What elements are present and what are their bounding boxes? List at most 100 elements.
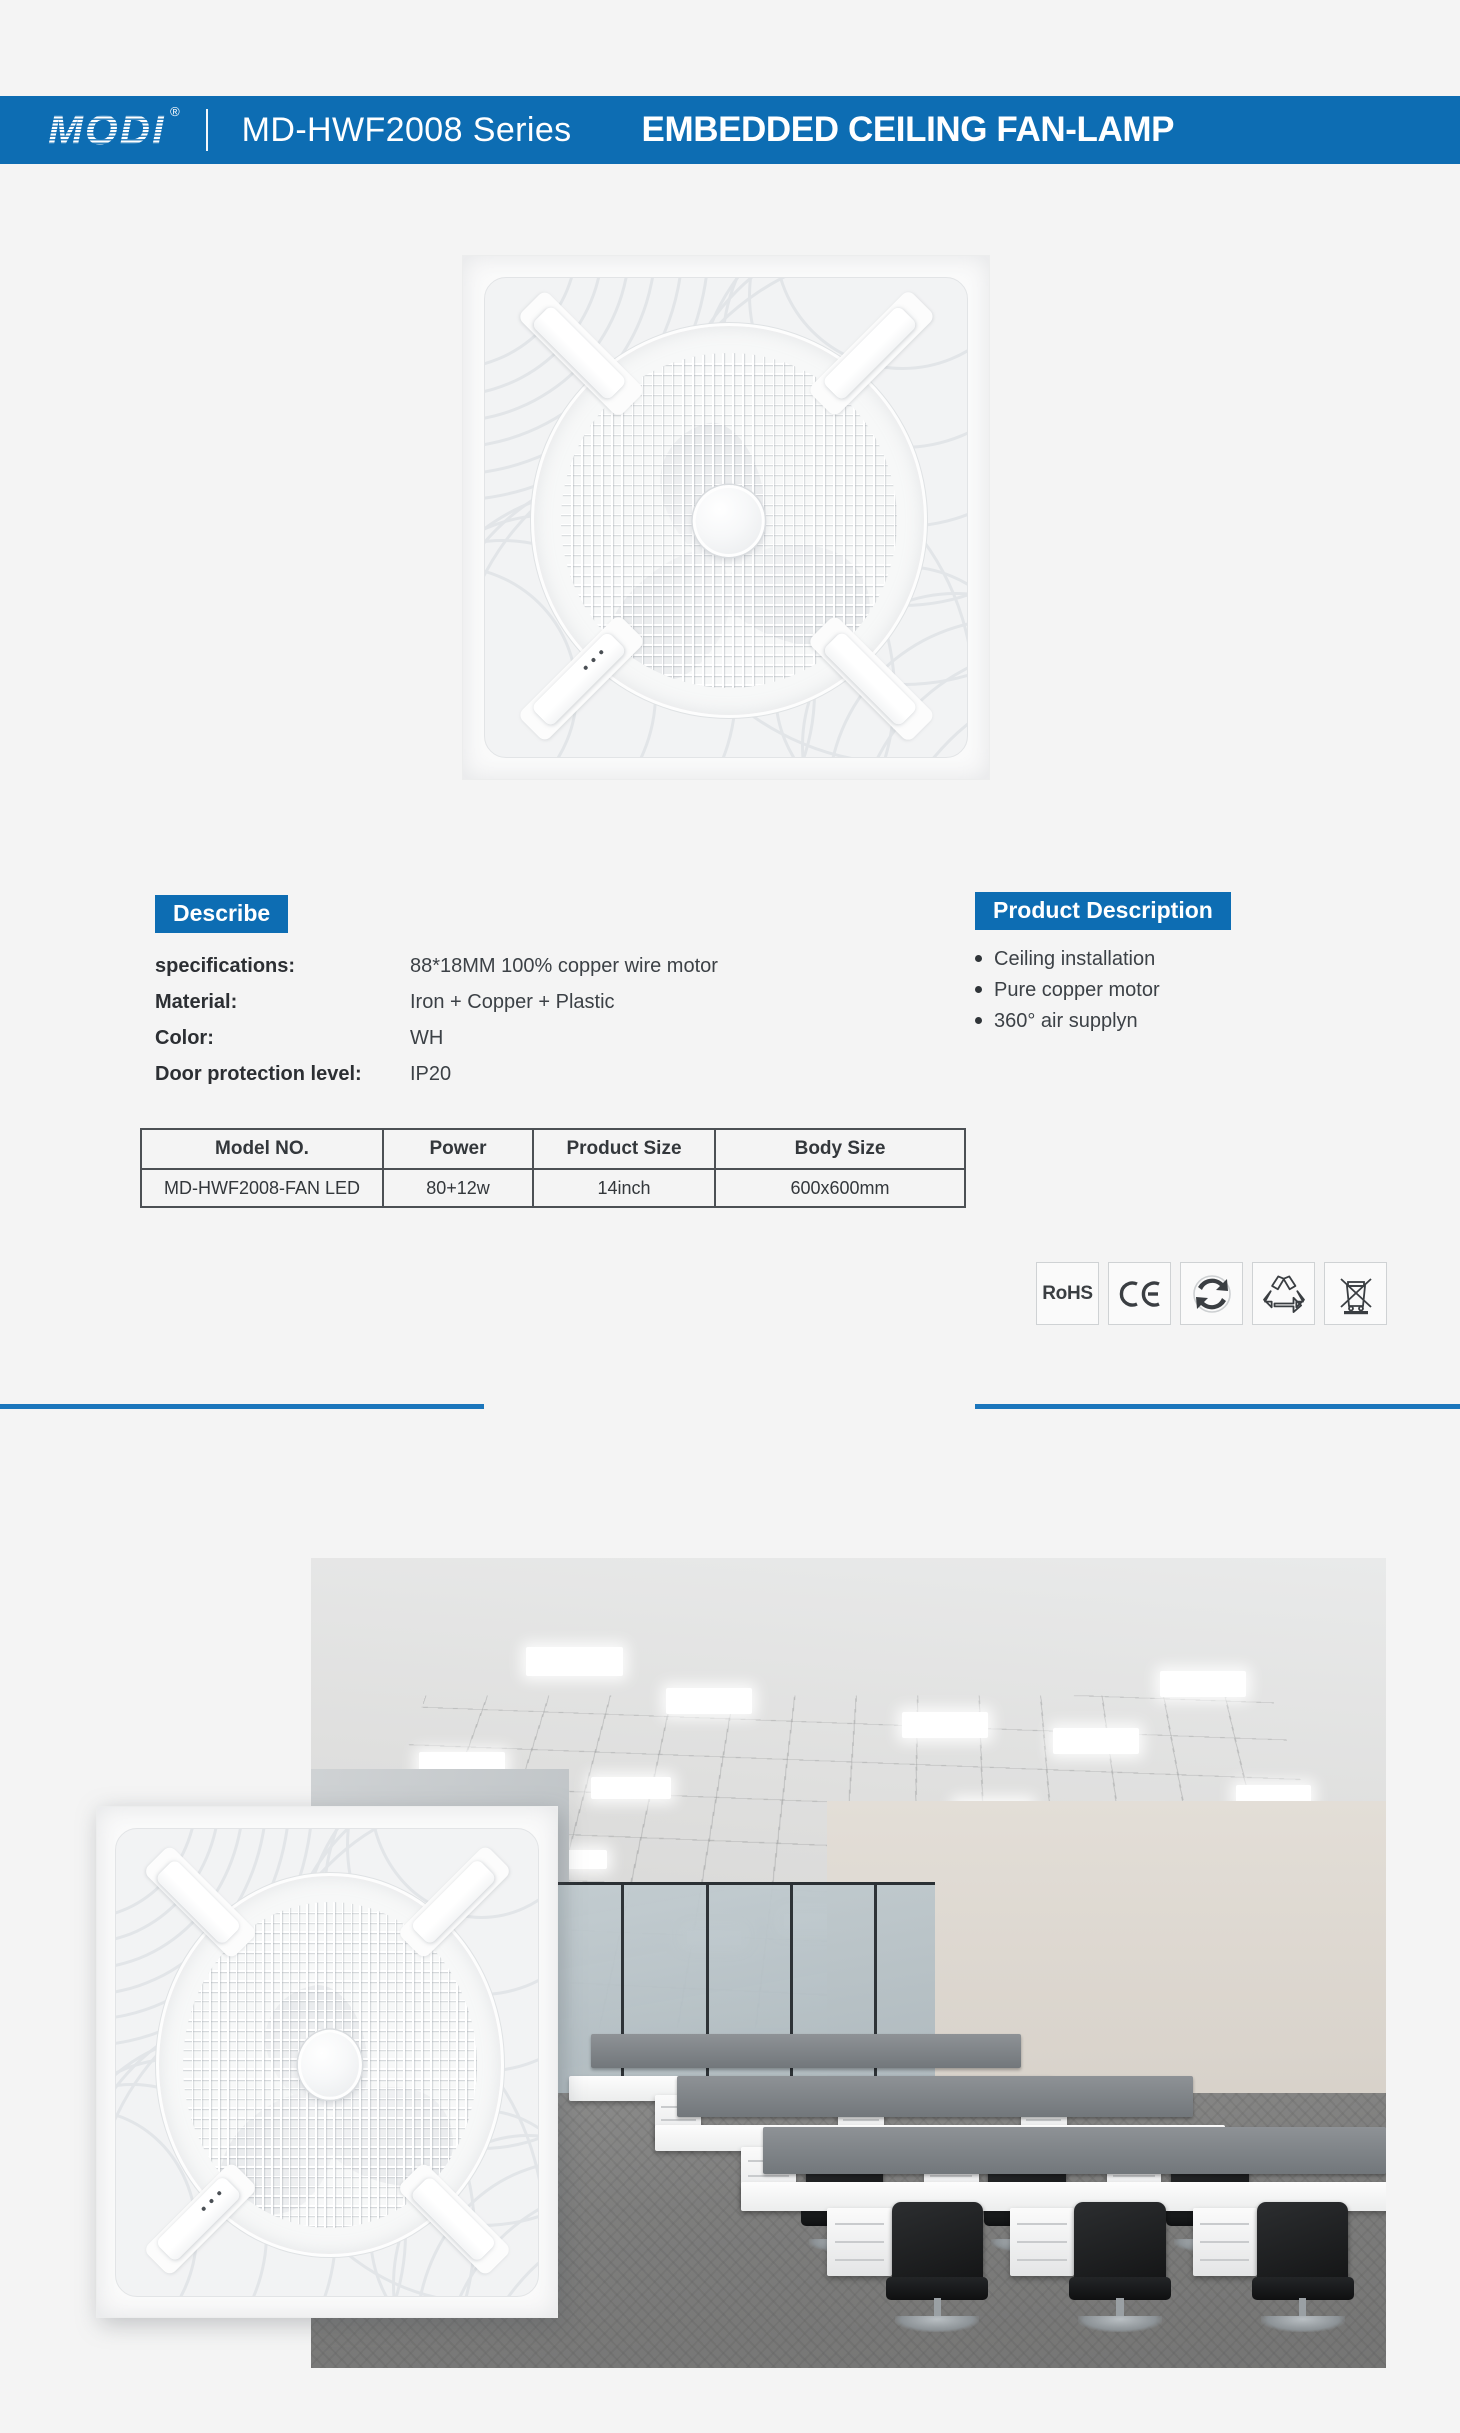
bullet-icon	[975, 986, 982, 994]
chair-back	[1257, 2201, 1349, 2283]
drawer-line	[1200, 2258, 1250, 2261]
recycle-badge	[1252, 1262, 1315, 1325]
ce-badge	[1108, 1262, 1171, 1325]
fan-unit-illustration	[462, 255, 990, 780]
desk-divider-panel	[762, 2126, 1386, 2174]
grille-wire	[772, 353, 775, 688]
grille-wire	[288, 1902, 291, 2228]
grille-wire	[191, 1902, 194, 2228]
spec-row: specifications: 88*18MM 100% copper wire…	[155, 955, 855, 978]
drawer-line	[1026, 2118, 1062, 2121]
specification-list: specifications: 88*18MM 100% copper wire…	[155, 955, 855, 1086]
crossed-out-bin-icon	[1339, 1277, 1372, 1314]
office-chair	[1251, 2201, 1354, 2332]
hero-product-image	[462, 255, 990, 780]
grille-wire	[893, 353, 896, 688]
ceiling-led-panel	[1160, 1671, 1247, 1698]
series-title: MD-HWF2008 Series	[241, 110, 572, 149]
spec-key: Door protection level:	[155, 1063, 362, 1086]
drawer-line	[1017, 2258, 1067, 2261]
desk-pedestal	[1009, 2207, 1075, 2277]
product-type-title: EMBEDDED CEILING FAN-LAMP	[641, 110, 1175, 149]
table-cell: 600x600mm	[714, 1168, 966, 1208]
certification-badges: RoHS	[1036, 1262, 1387, 1325]
grille-wire	[802, 353, 805, 688]
ceiling-led-panel	[526, 1647, 623, 1677]
chair-back	[891, 2201, 983, 2283]
feature-list: Ceiling installation Pure copper motor 3…	[975, 948, 1415, 1033]
green-dot-badge	[1180, 1262, 1243, 1325]
drawer-line	[834, 2222, 884, 2225]
drawer-line	[1113, 2175, 1155, 2178]
drawer-line	[1017, 2240, 1067, 2243]
grille-wire	[385, 1902, 388, 2228]
chair-base	[1077, 2315, 1162, 2332]
desk-pedestal	[827, 2207, 892, 2277]
drawer-line	[1017, 2222, 1067, 2225]
table-header-row: Model NO. Power Product Size Body Size	[140, 1128, 966, 1170]
product-description-tag: Product Description	[975, 892, 1231, 931]
spec-key: Color:	[155, 1027, 214, 1050]
drawer-line	[930, 2175, 972, 2178]
chair-back	[1074, 2201, 1166, 2283]
spec-row: Material: Iron + Copper + Plastic	[155, 991, 855, 1014]
grille-wire	[474, 1902, 476, 2228]
grille-wire	[863, 353, 865, 688]
divider-line-right	[975, 1404, 1460, 1409]
grille-wire	[571, 353, 573, 688]
grille-wire	[368, 1902, 370, 2228]
ceiling-led-panel	[902, 1711, 989, 1738]
fan-center-hub	[297, 2029, 363, 2101]
brand-logo: MODI ®	[46, 103, 180, 155]
grille-wire	[591, 353, 593, 688]
desk-divider-panel	[590, 2034, 1021, 2069]
ceiling-led-panel	[1052, 1728, 1139, 1754]
spec-value: Iron + Copper + Plastic	[410, 991, 615, 1014]
table-cell: 14inch	[532, 1168, 716, 1208]
spec-row: Color: WH	[155, 1027, 855, 1050]
spec-key: specifications:	[155, 955, 296, 978]
chair-base	[1260, 2315, 1345, 2332]
spec-row: Door protection level: IP20	[155, 1063, 855, 1086]
grille-wire	[377, 1902, 379, 2228]
grille-wire	[447, 1902, 450, 2228]
fan-center-hub	[692, 484, 766, 557]
spec-key: Material:	[155, 991, 238, 1014]
drawer-line	[1200, 2240, 1250, 2243]
specification-table: Model NO. Power Product Size Body Size M…	[140, 1128, 966, 1208]
grille-wire	[782, 353, 785, 688]
spec-value: 88*18MM 100% copper wire motor	[410, 955, 718, 978]
office-chair	[886, 2201, 989, 2332]
green-dot-icon	[1192, 1274, 1231, 1313]
header-bar: MODI ® MD-HWF2008 Series EMBEDDED CEILIN…	[0, 96, 1460, 164]
feature-item: Pure copper motor	[975, 979, 1415, 1002]
feature-label: 360° air supplyn	[994, 1010, 1138, 1033]
grille-wire	[651, 353, 654, 688]
ce-icon	[1119, 1280, 1160, 1307]
feature-label: Pure copper motor	[994, 979, 1160, 1002]
grille-wire	[200, 1902, 203, 2228]
table-header-cell: Model NO.	[140, 1128, 384, 1170]
table-cell: MD-HWF2008-FAN LED	[140, 1168, 384, 1208]
drawer-line	[834, 2258, 884, 2261]
chair-base	[895, 2315, 980, 2332]
feature-item: 360° air supplyn	[975, 1010, 1415, 1033]
feature-label: Ceiling installation	[994, 948, 1156, 971]
ceiling-led-panel	[665, 1687, 752, 1714]
registered-trademark-icon: ®	[170, 104, 182, 119]
grille-wire	[209, 1902, 212, 2228]
grille-wire	[581, 353, 583, 688]
grille-wire	[883, 353, 886, 688]
grille-wire	[792, 353, 795, 688]
grille-wire	[681, 353, 684, 688]
drawer-line	[843, 2118, 879, 2121]
divider-line-left	[0, 1404, 484, 1409]
grille-wire	[394, 1902, 397, 2228]
grille-wire	[271, 1902, 273, 2228]
bullet-icon	[975, 955, 982, 963]
drawer-line	[834, 2240, 884, 2243]
grille-wire	[465, 1902, 467, 2228]
spec-value: WH	[410, 1027, 444, 1050]
grille-wire	[253, 1902, 256, 2228]
desk-pedestal	[1192, 2207, 1257, 2277]
